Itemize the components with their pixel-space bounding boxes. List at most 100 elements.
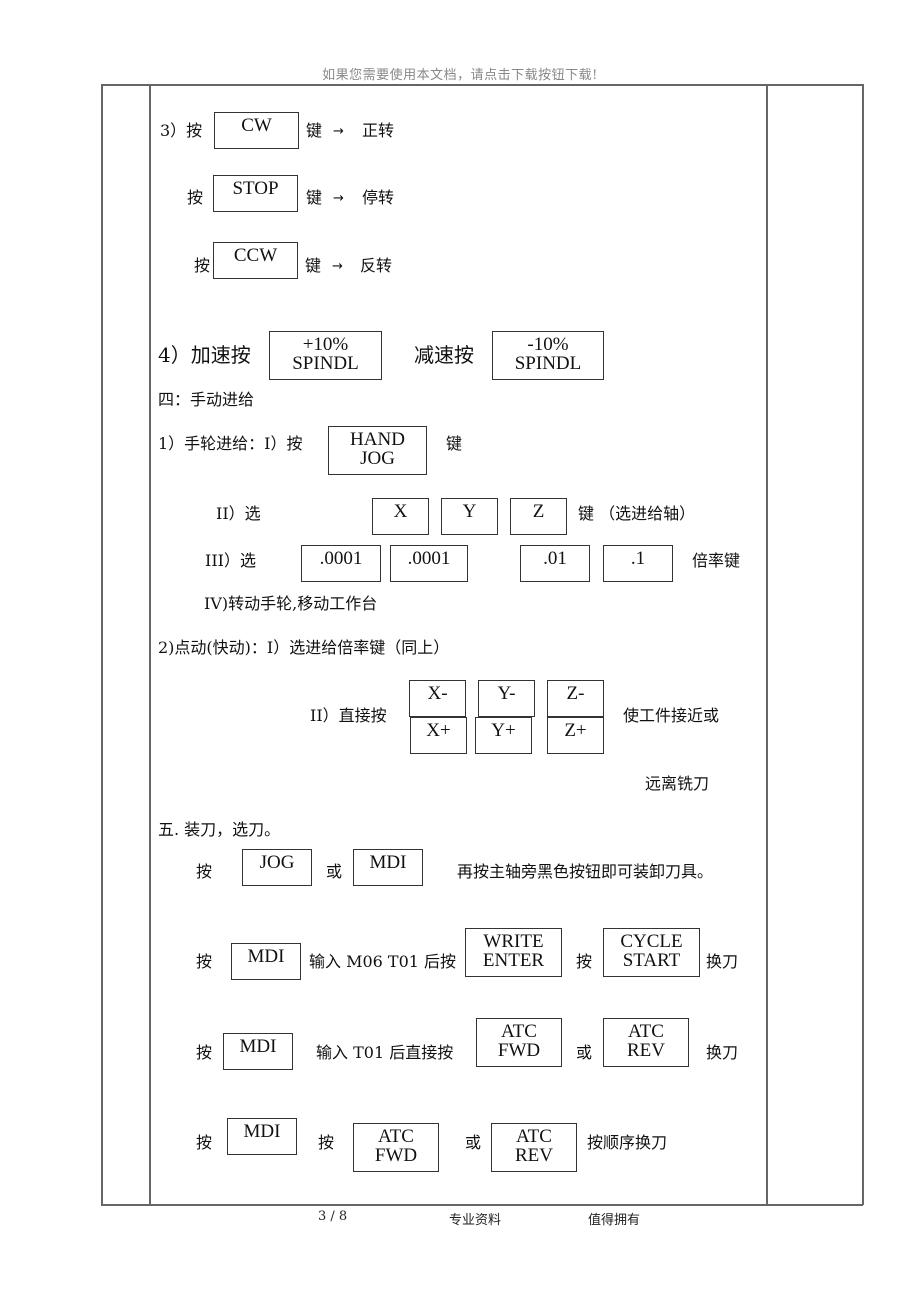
rate-key-0001[interactable]: .0001 xyxy=(301,545,381,582)
cw-key[interactable]: CW xyxy=(214,112,299,149)
step-label: III）选 xyxy=(205,551,256,570)
jog-suffix-line2: 远离铣刀 xyxy=(645,774,710,793)
page-number: 3 / 8 xyxy=(318,1209,348,1224)
instruction-text: 输入 M06 T01 后按 xyxy=(309,952,457,971)
footer-tag-2: 值得拥有 xyxy=(588,1213,641,1228)
section-title-tool: 五. 装刀，选刀。 xyxy=(158,820,281,839)
key-line: FWD xyxy=(374,1145,418,1166)
section-title-manual-feed: 四：手动进给 xyxy=(158,390,255,409)
key-line: REV xyxy=(515,1145,553,1166)
or-label: 或 xyxy=(326,862,343,881)
step-label: II）选 xyxy=(216,504,261,523)
x-minus-key[interactable]: X- xyxy=(409,680,466,717)
table-divider-left xyxy=(149,84,151,1205)
key-line: ATC xyxy=(516,1126,552,1147)
axis-z-key[interactable]: Z xyxy=(510,498,567,535)
result-text: 换刀 xyxy=(706,1043,739,1062)
jog-step1: 2)点动(快动)：I）选进给倍率键（同上） xyxy=(158,638,450,657)
press-label: 按 xyxy=(576,952,593,971)
table-divider-right xyxy=(766,84,768,1205)
or-label: 或 xyxy=(465,1133,482,1152)
handwheel-step4: IV)转动手轮,移动工作台 xyxy=(204,594,378,613)
axis-x-key[interactable]: X xyxy=(372,498,429,535)
key-suffix: 键 xyxy=(446,434,463,453)
key-suffix: 键 xyxy=(306,121,323,140)
rate-key-01[interactable]: .01 xyxy=(520,545,590,582)
accel-label: 4）加速按 xyxy=(158,343,251,367)
jog-key[interactable]: JOG xyxy=(242,849,312,886)
key-line: ATC xyxy=(501,1021,537,1042)
step-label: 1）手轮进给：I）按 xyxy=(158,434,303,453)
key-suffix: 倍率键 xyxy=(692,551,741,570)
instruction-text: 再按主轴旁黑色按钮即可装卸刀具。 xyxy=(457,862,714,881)
y-plus-key[interactable]: Y+ xyxy=(475,717,532,754)
mdi-key[interactable]: MDI xyxy=(227,1118,297,1155)
footer-tag-1: 专业资料 xyxy=(449,1213,502,1228)
arrow-right-icon: → xyxy=(333,191,344,206)
cycle-start-key[interactable]: CYCLE START xyxy=(603,928,700,977)
step-label: 3）按 xyxy=(160,121,203,140)
key-line: SPINDL xyxy=(292,353,359,374)
arrow-right-icon: → xyxy=(333,124,344,139)
hand-jog-key[interactable]: HAND JOG xyxy=(328,426,427,475)
jog-suffix-line1: 使工件接近或 xyxy=(623,706,720,725)
mdi-key[interactable]: MDI xyxy=(223,1033,293,1070)
key-suffix: 键 （选进给轴） xyxy=(578,504,696,523)
result-text: 停转 xyxy=(362,188,395,207)
stop-key[interactable]: STOP xyxy=(213,175,298,212)
key-line: REV xyxy=(627,1040,665,1061)
press-label: 按 xyxy=(196,1133,213,1152)
key-line: ATC xyxy=(628,1021,664,1042)
write-enter-key[interactable]: WRITE ENTER xyxy=(465,928,562,977)
step-label: 按 xyxy=(187,188,204,207)
instruction-text: 输入 T01 后直接按 xyxy=(316,1043,454,1062)
result-text: 正转 xyxy=(362,121,395,140)
key-line: FWD xyxy=(497,1040,541,1061)
z-minus-key[interactable]: Z- xyxy=(547,680,604,717)
arrow-right-icon: → xyxy=(332,259,343,274)
key-line: ENTER xyxy=(482,950,545,971)
key-line: START xyxy=(622,950,681,971)
table-border-left xyxy=(101,84,103,1205)
result-text: 反转 xyxy=(360,256,393,275)
table-border-top xyxy=(101,84,863,86)
key-line: CYCLE xyxy=(620,931,683,952)
key-line: HAND xyxy=(350,429,405,450)
key-suffix: 键 xyxy=(306,188,323,207)
key-line: WRITE xyxy=(483,931,544,952)
press-label: 按 xyxy=(196,862,213,881)
table-border-bottom xyxy=(101,1204,863,1206)
key-line: +10% xyxy=(302,334,349,355)
press-label: 按 xyxy=(196,952,213,971)
mdi-key[interactable]: MDI xyxy=(231,943,301,980)
ccw-key[interactable]: CCW xyxy=(213,242,298,279)
step-label: 按 xyxy=(194,256,211,275)
key-line: -10% xyxy=(527,334,569,355)
result-text: 按顺序换刀 xyxy=(587,1133,668,1152)
axis-y-key[interactable]: Y xyxy=(441,498,498,535)
result-text: 换刀 xyxy=(706,952,739,971)
table-border-right xyxy=(862,84,864,1205)
or-label: 或 xyxy=(576,1043,593,1062)
y-minus-key[interactable]: Y- xyxy=(478,680,535,717)
download-notice: 如果您需要使用本文档，请点击下载按钮下载! xyxy=(322,68,598,83)
key-suffix: 键 xyxy=(305,256,322,275)
atc-rev-key[interactable]: ATC REV xyxy=(603,1018,689,1067)
atc-fwd-key[interactable]: ATC FWD xyxy=(476,1018,562,1067)
x-plus-key[interactable]: X+ xyxy=(410,717,467,754)
decel-label: 减速按 xyxy=(414,343,474,367)
rate-key-0001-b[interactable]: .0001 xyxy=(390,545,468,582)
spindle-minus-10-key[interactable]: -10% SPINDL xyxy=(492,331,604,380)
press-label: 按 xyxy=(318,1133,335,1152)
rate-key-1[interactable]: .1 xyxy=(603,545,673,582)
atc-rev-key[interactable]: ATC REV xyxy=(491,1123,577,1172)
key-line: JOG xyxy=(360,448,395,469)
key-line: SPINDL xyxy=(514,353,582,374)
z-plus-key[interactable]: Z+ xyxy=(547,717,604,754)
step-label: II）直接按 xyxy=(310,706,387,725)
key-line: ATC xyxy=(378,1126,414,1147)
press-label: 按 xyxy=(196,1043,213,1062)
atc-fwd-key[interactable]: ATC FWD xyxy=(353,1123,439,1172)
spindle-plus-10-key[interactable]: +10% SPINDL xyxy=(269,331,382,380)
mdi-key[interactable]: MDI xyxy=(353,849,423,886)
